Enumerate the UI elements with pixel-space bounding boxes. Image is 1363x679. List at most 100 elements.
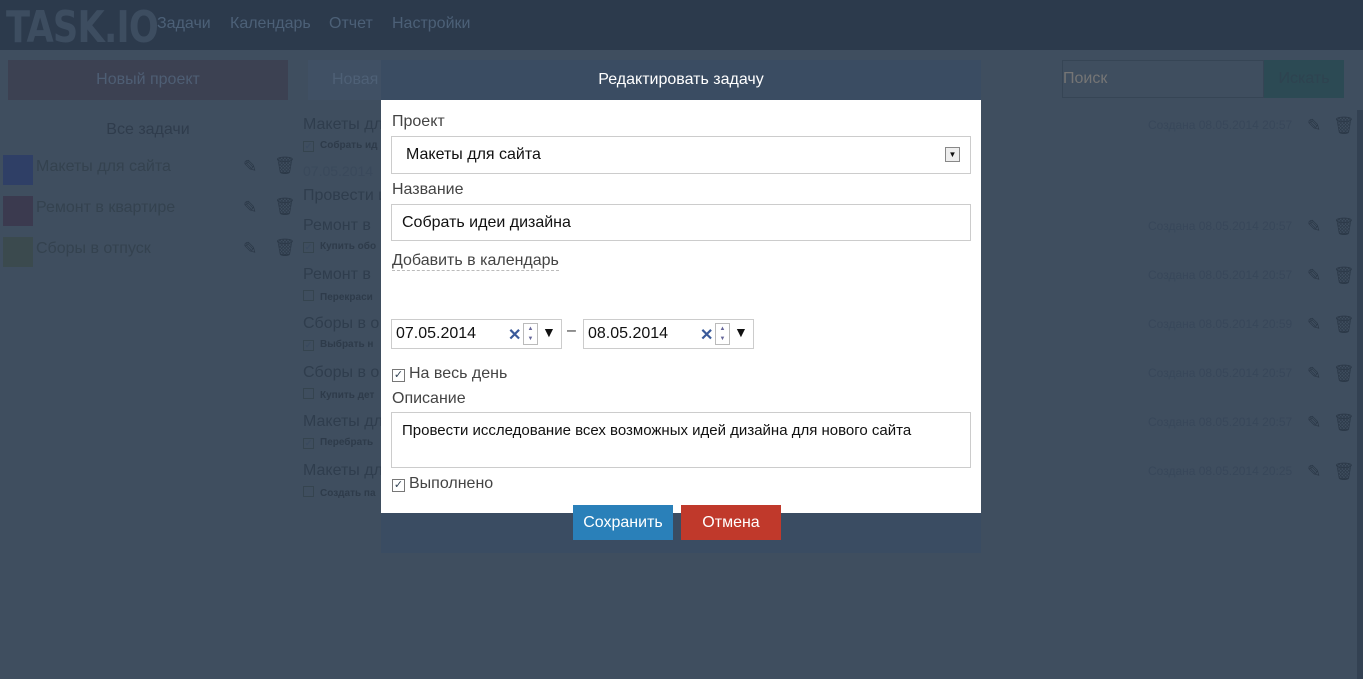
- trash-icon[interactable]: 🗑: [274, 238, 296, 258]
- task-project-title: Ремонт в: [303, 266, 371, 283]
- clear-icon[interactable]: ✕: [700, 325, 713, 345]
- checkbox-checked-icon[interactable]: ✓: [392, 369, 405, 382]
- project-color-swatch: [3, 237, 33, 267]
- cancel-button[interactable]: Отмена: [681, 505, 781, 540]
- new-project-button[interactable]: Новый проект: [8, 60, 288, 100]
- task-created-timestamp: Создана 08.05.2014 20:57: [1148, 118, 1293, 132]
- clear-icon[interactable]: ✕: [508, 325, 521, 345]
- trash-icon[interactable]: 🗑: [1333, 315, 1355, 335]
- date-from-value: 07.05.2014: [396, 325, 477, 342]
- logo[interactable]: TASK.IO: [6, 2, 159, 53]
- search-input[interactable]: [1062, 60, 1264, 98]
- edit-icon[interactable]: ✎: [243, 157, 257, 177]
- task-project-title: Макеты дл: [303, 413, 383, 430]
- done-checkbox[interactable]: ✓ Выполнено: [392, 475, 493, 493]
- date-to-value: 08.05.2014: [588, 325, 669, 342]
- edit-icon[interactable]: ✎: [1307, 266, 1321, 286]
- task-item[interactable]: Купить дет: [303, 388, 374, 401]
- edit-task-modal: Редактировать задачу Проект Макеты для с…: [381, 60, 981, 553]
- chevron-down-icon: ▼: [945, 147, 960, 162]
- task-item[interactable]: ✓ Собрать ид: [303, 140, 378, 152]
- edit-icon[interactable]: ✎: [1307, 413, 1321, 433]
- task-item[interactable]: ✓ Купить обо: [303, 241, 376, 253]
- scrollbar[interactable]: [1357, 110, 1363, 679]
- nav-tasks[interactable]: Задачи: [157, 15, 211, 33]
- task-description: Провести и: [303, 187, 388, 204]
- all-tasks-link[interactable]: Все задачи: [0, 121, 296, 139]
- done-label: Выполнено: [409, 475, 494, 492]
- task-checkbox[interactable]: [303, 290, 314, 301]
- task-created-timestamp: Создана 08.05.2014 20:25: [1148, 464, 1293, 478]
- edit-icon[interactable]: ✎: [1307, 462, 1321, 482]
- save-button[interactable]: Сохранить: [573, 505, 673, 540]
- trash-icon[interactable]: 🗑: [1333, 364, 1355, 384]
- modal-title: Редактировать задачу: [598, 71, 764, 88]
- task-project-title: Ремонт в: [303, 217, 371, 234]
- project-color-swatch: [3, 196, 33, 226]
- task-project-title: Макеты дл: [303, 462, 383, 479]
- project-select-value: Макеты для сайта: [406, 146, 541, 163]
- trash-icon[interactable]: 🗑: [1333, 462, 1355, 482]
- task-title: Создать па: [320, 488, 376, 499]
- description-label: Описание: [392, 390, 466, 407]
- edit-icon[interactable]: ✎: [1307, 116, 1321, 136]
- trash-icon[interactable]: 🗑: [274, 156, 296, 176]
- name-input[interactable]: [391, 204, 971, 241]
- add-to-calendar-link[interactable]: Добавить в календарь: [392, 252, 559, 271]
- trash-icon[interactable]: 🗑: [1333, 266, 1355, 286]
- project-label: Проект: [392, 113, 445, 130]
- edit-icon[interactable]: ✎: [1307, 364, 1321, 384]
- task-checkbox[interactable]: ✓: [303, 141, 314, 152]
- task-checkbox[interactable]: [303, 486, 314, 497]
- dropdown-arrow-icon[interactable]: ▼: [542, 324, 556, 340]
- task-project-title: Макеты дл: [303, 116, 383, 133]
- project-select[interactable]: Макеты для сайта ▼: [391, 136, 971, 174]
- task-item[interactable]: Создать па: [303, 486, 376, 499]
- project-name: Сборы в отпуск: [36, 240, 151, 257]
- dropdown-arrow-icon[interactable]: ▼: [734, 324, 748, 340]
- edit-icon[interactable]: ✎: [243, 239, 257, 259]
- task-item[interactable]: Перекраси: [303, 290, 373, 303]
- sidebar-project-item[interactable]: Ремонт в квартире ✎ 🗑: [3, 196, 296, 226]
- project-name: Макеты для сайта: [36, 158, 171, 175]
- checkbox-checked-icon[interactable]: ✓: [392, 479, 405, 492]
- task-item[interactable]: ✓ Перебрать: [303, 437, 373, 449]
- nav-report[interactable]: Отчет: [329, 15, 373, 33]
- trash-icon[interactable]: 🗑: [274, 197, 296, 217]
- project-name: Ремонт в квартире: [36, 199, 176, 216]
- task-checkbox[interactable]: ✓: [303, 340, 314, 351]
- nav-settings[interactable]: Настройки: [392, 15, 470, 33]
- task-title: Перекраси: [320, 292, 373, 303]
- date-to-picker[interactable]: 08.05.2014 ✕ ▲ ▼ ▼: [583, 319, 754, 349]
- name-label: Название: [392, 181, 464, 198]
- search-button[interactable]: Искать: [1264, 60, 1344, 98]
- task-checkbox[interactable]: ✓: [303, 242, 314, 253]
- top-bar: TASK.IO Задачи Календарь Отчет Настройки: [0, 0, 1363, 53]
- task-title: Выбрать н: [320, 339, 374, 350]
- trash-icon[interactable]: 🗑: [1333, 413, 1355, 433]
- task-title: Собрать ид: [320, 140, 378, 151]
- spinner-icon[interactable]: ▲ ▼: [523, 323, 538, 345]
- sidebar-project-item[interactable]: Макеты для сайта ✎ 🗑: [3, 155, 296, 185]
- date-separator: –: [567, 322, 576, 339]
- task-title: Перебрать: [320, 437, 374, 448]
- task-item[interactable]: ✓ Выбрать н: [303, 339, 373, 351]
- task-checkbox[interactable]: [303, 388, 314, 399]
- edit-icon[interactable]: ✎: [243, 198, 257, 218]
- task-title: Купить дет: [320, 390, 375, 401]
- sidebar-project-item[interactable]: Сборы в отпуск ✎ 🗑: [3, 237, 296, 267]
- all-day-checkbox[interactable]: ✓ На весь день: [392, 365, 507, 383]
- trash-icon[interactable]: 🗑: [1333, 217, 1355, 237]
- task-created-timestamp: Создана 08.05.2014 20:57: [1148, 415, 1293, 429]
- date-from-picker[interactable]: 07.05.2014 ✕ ▲ ▼ ▼: [391, 319, 562, 349]
- edit-icon[interactable]: ✎: [1307, 217, 1321, 237]
- spinner-icon[interactable]: ▲ ▼: [715, 323, 730, 345]
- description-textarea[interactable]: Провести исследование всех возможных иде…: [391, 412, 971, 468]
- trash-icon[interactable]: 🗑: [1333, 116, 1355, 136]
- all-day-label: На весь день: [409, 365, 508, 382]
- edit-icon[interactable]: ✎: [1307, 315, 1321, 335]
- task-checkbox[interactable]: ✓: [303, 438, 314, 449]
- task-title: Купить обо: [320, 241, 377, 252]
- task-date: 07.05.2014: [303, 163, 374, 179]
- nav-calendar[interactable]: Календарь: [230, 15, 311, 33]
